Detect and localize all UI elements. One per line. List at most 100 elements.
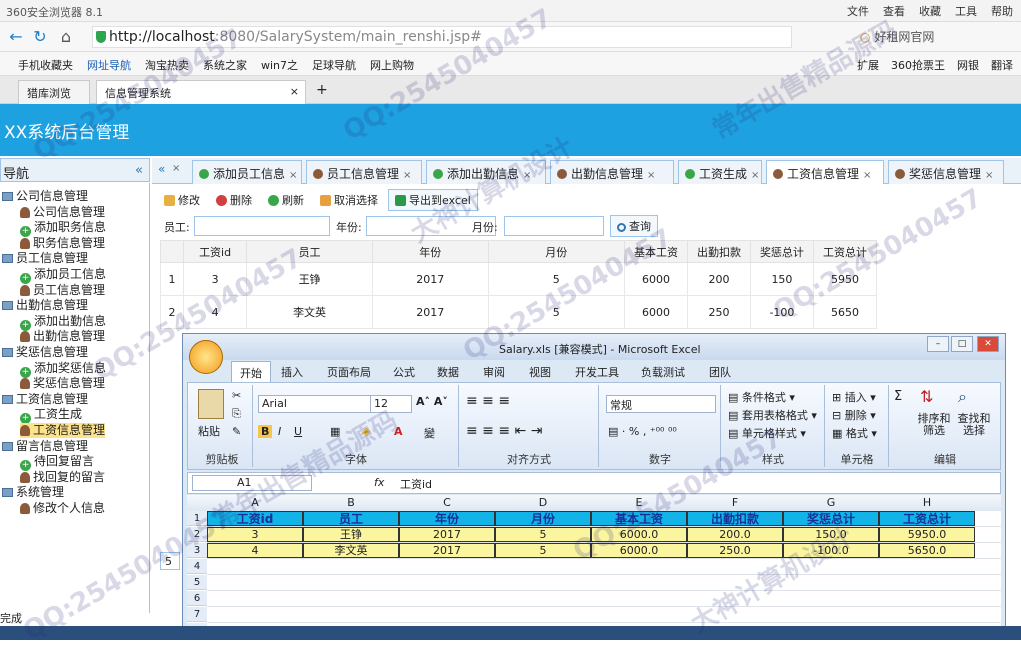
query-button[interactable]: 查询 (610, 215, 658, 237)
browser-tab-active[interactable]: 信息管理系统 × (96, 80, 306, 104)
sort-filter-icon[interactable]: ⇅ (920, 387, 933, 406)
row-number[interactable]: 7 (187, 607, 207, 622)
collapse-icon[interactable]: « (135, 163, 143, 178)
column-letter[interactable]: D (495, 496, 591, 509)
tree-item[interactable]: 留言信息管理 (2, 439, 88, 454)
border-icon[interactable]: ▦ (330, 425, 340, 438)
cell[interactable]: 5 (495, 543, 591, 558)
bookmark-item[interactable]: 淘宝热卖 (145, 57, 189, 73)
align-left-icon[interactable]: ≡ ≡ ≡ ⇤ ⇥ (466, 423, 542, 439)
cell[interactable]: 王铮 (303, 527, 399, 542)
extensions-button[interactable]: 扩展 (857, 57, 879, 73)
tree-item[interactable]: 工资信息管理 (20, 423, 106, 438)
align-top-icon[interactable]: ≡ ≡ ≡ (466, 393, 510, 409)
cell[interactable]: 出勤扣款 (687, 511, 783, 526)
tree-item[interactable]: + 工资生成 (20, 407, 82, 425)
font-color-icon[interactable]: A (394, 425, 403, 438)
close-icon[interactable]: × (289, 170, 297, 181)
cell[interactable]: 工资id (207, 511, 303, 526)
new-tab-icon[interactable]: + (316, 82, 328, 98)
bookmark-item[interactable]: 网上购物 (370, 57, 414, 73)
column-header[interactable]: 年份 (372, 240, 489, 263)
paste-icon[interactable] (198, 389, 224, 419)
underline-button[interactable]: U (294, 425, 302, 438)
table-row[interactable]: 2 4 李文英 2017 5 6000 250 -100 5650 (159, 295, 878, 329)
tree-item[interactable]: 职务信息管理 (20, 236, 105, 251)
content-tab[interactable]: 奖惩信息管理 × (888, 160, 1004, 184)
translate-button[interactable]: 翻译 (991, 57, 1013, 73)
phonetic-icon[interactable]: 變 (424, 425, 435, 441)
column-header[interactable]: 基本工资 (623, 240, 688, 263)
menu-help[interactable]: 帮助 (991, 3, 1013, 19)
tree-item[interactable]: + 添加出勤信息 (20, 314, 106, 331)
bank-button[interactable]: 网银 (957, 57, 979, 73)
content-tab[interactable]: 工资生成 × (678, 160, 762, 184)
edit-button[interactable]: 修改 (164, 192, 200, 208)
tree-item[interactable]: 找回复的留言 (20, 470, 105, 485)
sort-filter-label[interactable]: 排序和筛选 (914, 413, 954, 437)
delete-cells-button[interactable]: ⊟ 删除 ▾ (832, 407, 876, 423)
cell[interactable]: 2017 (399, 543, 495, 558)
row-number[interactable]: 4 (187, 559, 207, 574)
column-header[interactable]: 员工 (246, 240, 374, 263)
find-select-label[interactable]: 查找和选择 (954, 413, 994, 437)
ribbon-tab[interactable]: 插入 (281, 364, 303, 380)
column-letter[interactable]: G (783, 496, 879, 509)
menu-view[interactable]: 查看 (883, 3, 905, 19)
column-letter[interactable]: A (207, 496, 303, 509)
column-header[interactable]: 出勤扣款 (686, 240, 751, 263)
cell[interactable]: -100.0 (783, 543, 879, 558)
insert-cells-button[interactable]: ⊞ 插入 ▾ (832, 389, 876, 405)
close-icon[interactable]: × (751, 170, 759, 181)
table-format-button[interactable]: ▤ 套用表格格式 ▾ (728, 407, 817, 423)
bookmark-item[interactable]: win7之 (261, 57, 298, 73)
tree-item[interactable]: + 添加职务信息 (20, 220, 106, 238)
bookmark-item[interactable]: 手机收藏夹 (18, 57, 73, 73)
ribbon-tab[interactable]: 视图 (529, 364, 551, 380)
delete-button[interactable]: 删除 (216, 192, 252, 208)
tabs-scroll-left-icon[interactable]: « (158, 162, 165, 176)
tree-item[interactable]: 公司信息管理 (2, 189, 88, 204)
bookmark-item[interactable]: 足球导航 (312, 57, 356, 73)
cell[interactable]: 3 (207, 527, 303, 542)
format-cells-button[interactable]: ▦ 格式 ▾ (832, 425, 877, 441)
ribbon-tab[interactable]: 开始 (231, 361, 271, 382)
ribbon-tab[interactable]: 开发工具 (575, 364, 619, 380)
cell[interactable]: 5650.0 (879, 543, 975, 558)
formula-input[interactable]: 工资id (400, 476, 432, 492)
tree-item[interactable]: + 添加员工信息 (20, 267, 106, 284)
close-icon[interactable]: ✕ (977, 336, 999, 352)
minimize-icon[interactable]: – (927, 336, 949, 352)
cell[interactable]: 李文英 (303, 543, 399, 558)
percent-icon[interactable]: ▤ · % , ⁺⁰⁰ ⁰⁰ (608, 425, 677, 438)
ribbon-tab[interactable]: 公式 (393, 364, 415, 380)
cell[interactable]: 2017 (399, 527, 495, 542)
menu-file[interactable]: 文件 (847, 3, 869, 19)
close-icon[interactable]: × (172, 163, 180, 174)
cell[interactable]: 200.0 (687, 527, 783, 542)
cell[interactable]: 5950.0 (879, 527, 975, 542)
cell[interactable]: 150.0 (783, 527, 879, 542)
function-icon[interactable]: fx (374, 476, 384, 489)
row-number[interactable]: 3 (187, 543, 207, 558)
month-input[interactable] (504, 216, 604, 236)
column-letter[interactable]: H (879, 496, 975, 509)
format-painter-icon[interactable]: ✎ (232, 425, 241, 438)
row-number[interactable]: 6 (187, 591, 207, 606)
export-excel-button[interactable]: 导出到excel (388, 189, 478, 211)
menu-tools[interactable]: 工具 (955, 3, 977, 19)
tree-item[interactable]: 工资信息管理 (2, 392, 88, 407)
font-name-select[interactable]: Arial (258, 395, 376, 413)
close-icon[interactable]: × (290, 85, 299, 98)
tree-item[interactable]: 系统管理 (2, 485, 64, 500)
conditional-format-button[interactable]: ▤ 条件格式 ▾ (728, 389, 795, 405)
ribbon-tab[interactable]: 数据 (437, 364, 459, 380)
ribbon-tab[interactable]: 页面布局 (327, 364, 371, 380)
number-format-select[interactable]: 常规 (606, 395, 716, 413)
refresh-button[interactable]: 刷新 (268, 192, 304, 208)
tab-active[interactable]: 工资信息管理 × (766, 160, 884, 184)
close-icon[interactable]: × (863, 170, 871, 181)
cell[interactable]: 奖惩总计 (783, 511, 879, 526)
tree-item[interactable]: + 添加奖惩信息 (20, 361, 106, 378)
column-letter[interactable]: F (687, 496, 783, 509)
